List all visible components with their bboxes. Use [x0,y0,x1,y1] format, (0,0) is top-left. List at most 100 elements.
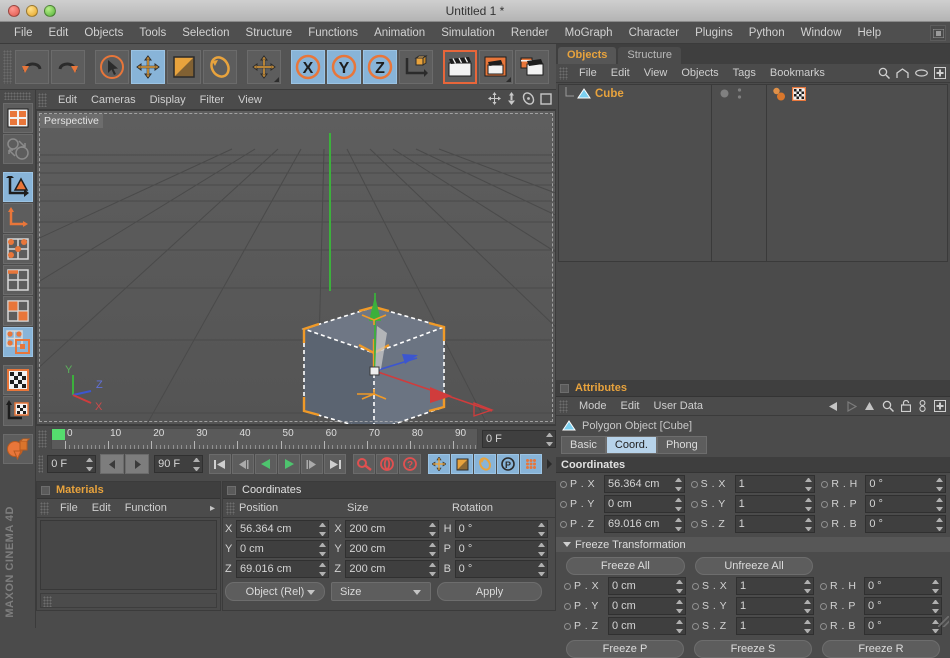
fpx-radio[interactable] [564,582,571,590]
py-radio[interactable] [560,500,567,508]
rot-p-field[interactable]: 0 ° [454,539,548,558]
menu-item-simulation[interactable]: Simulation [433,22,503,44]
px-radio[interactable] [560,480,567,488]
menu-item-render[interactable]: Render [503,22,557,44]
timeline-grip[interactable] [38,429,47,448]
layout-icon[interactable] [930,25,946,41]
play-button[interactable] [278,454,300,474]
live-selection-button[interactable] [95,49,129,84]
sz-spinner[interactable] [805,518,813,531]
left-toolbar-grip[interactable] [4,92,31,100]
menu-item-mograph[interactable]: MoGraph [557,22,621,44]
fsx-field[interactable]: 1 [736,577,814,595]
texture-axis-button[interactable] [3,396,33,426]
attributes-menu-user-data[interactable]: User Data [647,397,711,416]
attr-coordinates-section[interactable]: Coordinates [556,457,950,473]
world-object-coord-button[interactable] [399,49,433,84]
object-row-cube[interactable]: Cube [559,85,711,102]
tab-coord[interactable]: Coord. [605,436,657,454]
objects-menu-grip[interactable] [559,66,568,80]
sy-spinner[interactable] [805,498,813,511]
objects-menu-view[interactable]: View [637,64,675,83]
size-y-spinner[interactable] [428,542,436,556]
rh-field[interactable]: 0 ° [865,475,947,493]
undo-button[interactable] [15,49,49,84]
sx-spinner[interactable] [805,478,813,491]
freeze-p-button[interactable]: Freeze P [566,640,684,658]
timeline-ruler[interactable]: 0 10 20 30 40 50 60 70 80 90 [51,427,478,450]
edge-mode-button[interactable] [3,265,33,295]
rp-radio[interactable] [821,500,829,508]
pos-z-field[interactable]: 69.016 cm [236,559,330,578]
fsx-radio[interactable] [692,582,699,590]
sy-radio[interactable] [690,500,698,508]
fsy-radio[interactable] [692,602,699,610]
menu-item-structure[interactable]: Structure [238,22,301,44]
viewport-menu-grip[interactable] [38,92,47,107]
materials-footer-grip[interactable] [43,596,52,607]
pos-z-spinner[interactable] [319,562,327,576]
px-spinner[interactable] [674,478,682,491]
pz-spinner[interactable] [674,518,682,531]
fpz-radio[interactable] [564,622,571,630]
fsz-spinner[interactable] [804,620,811,633]
frb-field[interactable]: 0 ° [864,617,942,635]
transport-grip[interactable] [38,455,44,473]
forward-arrow-icon[interactable] [846,400,857,412]
visibility-dots-icon[interactable] [737,87,742,100]
search-icon[interactable] [878,67,890,79]
prev-key-button[interactable] [100,454,125,474]
render-settings-button[interactable] [515,49,549,84]
redo-button[interactable] [51,49,85,84]
size-x-spinner[interactable] [428,522,436,536]
pos-x-field[interactable]: 56.364 cm [236,519,330,538]
attributes-panel-icon[interactable] [560,383,569,393]
size-x-field[interactable]: 200 cm [345,519,439,538]
texture-tag-icon[interactable] [792,86,806,101]
px-field[interactable]: 56.364 cm [604,475,685,493]
viewport-menu-view[interactable]: View [231,90,269,110]
viewport-menu-edit[interactable]: Edit [51,90,84,110]
fpx-spinner[interactable] [676,580,683,593]
pz-radio[interactable] [560,520,567,528]
rh-spinner[interactable] [936,478,944,491]
sz-field[interactable]: 1 [734,515,816,533]
param-key-button[interactable]: P [497,454,519,474]
play-reverse-button[interactable] [255,454,277,474]
scale-key-button[interactable] [451,454,473,474]
undo-view-button[interactable] [3,134,33,164]
materials-menu-edit[interactable]: Edit [85,499,118,518]
current-frame-spinner[interactable] [546,432,553,446]
add-icon[interactable] [934,67,946,79]
render-view-button[interactable] [443,49,477,84]
py-field[interactable]: 0 cm [604,495,685,513]
menu-item-character[interactable]: Character [621,22,688,44]
rh-radio[interactable] [821,480,829,488]
viewport-menu-filter[interactable]: Filter [193,90,231,110]
objects-menu-edit[interactable]: Edit [604,64,637,83]
fsz-radio[interactable] [692,622,699,630]
x-axis-lock-button[interactable]: X [291,49,325,84]
frb-radio[interactable] [820,622,827,630]
frp-spinner[interactable] [932,600,939,613]
rot-b-spinner[interactable] [537,562,545,576]
current-frame-marker[interactable] [52,428,65,440]
freeze-transformation-section[interactable]: Freeze Transformation [556,537,950,552]
sx-radio[interactable] [690,480,698,488]
uv-mode-button[interactable] [3,327,33,357]
size-z-spinner[interactable] [428,562,436,576]
tab-basic[interactable]: Basic [561,436,606,454]
menu-item-window[interactable]: Window [793,22,850,44]
viewport-menu-cameras[interactable]: Cameras [84,90,143,110]
z-axis-lock-button[interactable]: Z [363,49,397,84]
toolbar-grip[interactable] [3,49,12,84]
step-back-button[interactable] [232,454,254,474]
fsz-field[interactable]: 1 [736,617,814,635]
end-frame-spinner[interactable] [193,458,200,471]
frp-field[interactable]: 0 ° [864,597,942,615]
freeze-s-button[interactable]: Freeze S [694,640,812,658]
start-frame-spinner[interactable] [86,458,94,471]
polygon-mode-button[interactable] [3,296,33,326]
fsy-spinner[interactable] [804,600,811,613]
pos-x-spinner[interactable] [319,522,327,536]
